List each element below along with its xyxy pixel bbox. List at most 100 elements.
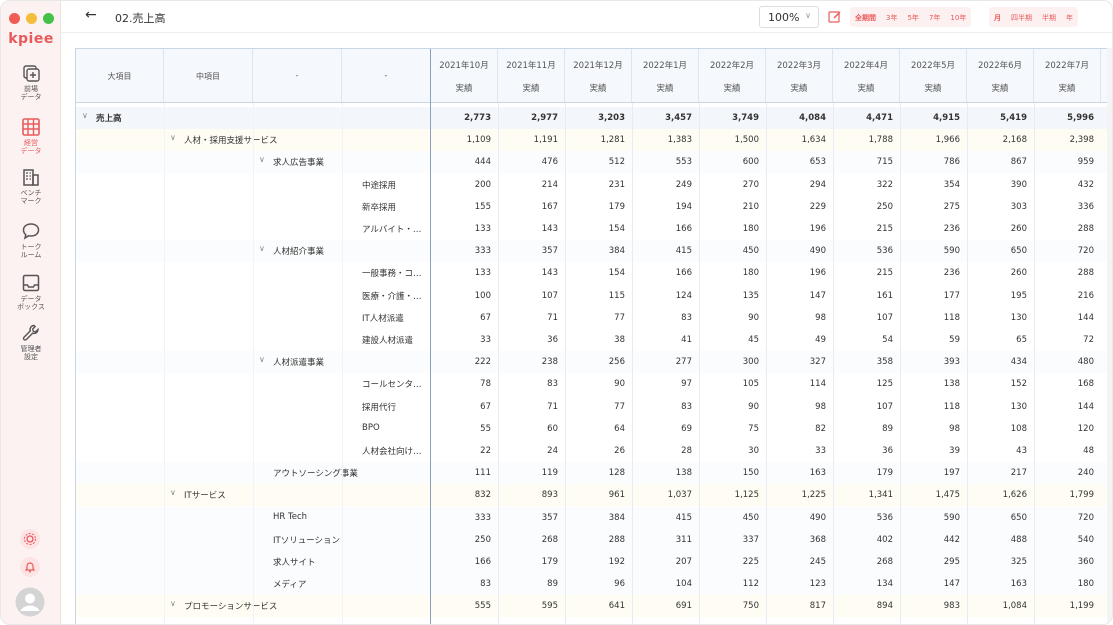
month-header[interactable]: 2022年7月 実績	[1034, 49, 1101, 102]
value-cell[interactable]: 54	[835, 335, 893, 345]
value-cell[interactable]: 115	[567, 291, 625, 301]
month-header[interactable]: 2022年1月 実績	[632, 49, 699, 102]
value-cell[interactable]: 83	[634, 402, 692, 412]
value-cell[interactable]: 2,398	[1036, 135, 1094, 145]
value-cell[interactable]: 1,037	[634, 490, 692, 500]
value-cell[interactable]: 300	[701, 357, 759, 367]
maximize-window-button[interactable]	[43, 13, 54, 24]
value-cell[interactable]: 123	[768, 579, 826, 589]
value-cell[interactable]: 1,383	[634, 135, 692, 145]
value-cell[interactable]: 207	[634, 557, 692, 567]
value-cell[interactable]: 59	[902, 335, 960, 345]
value-cell[interactable]: 1,634	[768, 135, 826, 145]
value-cell[interactable]: 36	[500, 335, 558, 345]
chevron-down-icon[interactable]: ∨	[170, 599, 176, 608]
settings-gear-icon[interactable]	[19, 528, 41, 554]
value-cell[interactable]: 144	[1036, 402, 1094, 412]
value-cell[interactable]: 231	[567, 180, 625, 190]
value-cell[interactable]: 72	[1036, 335, 1094, 345]
value-cell[interactable]: 147	[902, 579, 960, 589]
table-row[interactable]: BPO 55 60 64 69 75 82 89 98 108 120	[76, 417, 1112, 440]
value-cell[interactable]: 177	[902, 291, 960, 301]
dimension-header[interactable]: -	[342, 49, 430, 102]
table-row[interactable]: 新卒採用 155 167 179 194 210 229 250 275 303 336	[76, 195, 1112, 218]
range-button[interactable]: 3年	[881, 7, 902, 27]
vertical-scrollbar[interactable]	[1107, 48, 1112, 624]
value-cell[interactable]: 154	[567, 268, 625, 278]
value-cell[interactable]: 357	[500, 246, 558, 256]
value-cell[interactable]: 107	[500, 291, 558, 301]
value-cell[interactable]: 691	[634, 601, 692, 611]
value-cell[interactable]: 83	[500, 379, 558, 389]
value-cell[interactable]: 28	[634, 446, 692, 456]
range-button[interactable]: 7年	[924, 7, 945, 27]
value-cell[interactable]: 5,419	[969, 113, 1027, 123]
value-cell[interactable]: 49	[768, 335, 826, 345]
value-cell[interactable]: 138	[902, 379, 960, 389]
value-cell[interactable]: 128	[567, 468, 625, 478]
value-cell[interactable]: 360	[1036, 557, 1094, 567]
range-button[interactable]: 5年	[902, 7, 923, 27]
value-cell[interactable]: 77	[567, 313, 625, 323]
value-cell[interactable]: 260	[969, 268, 1027, 278]
value-cell[interactable]: 650	[969, 513, 1027, 523]
value-cell[interactable]: 166	[634, 224, 692, 234]
value-cell[interactable]: 245	[768, 557, 826, 567]
month-header[interactable]: 2022年4月 実績	[833, 49, 900, 102]
value-cell[interactable]: 2,168	[969, 135, 1027, 145]
value-cell[interactable]: 216	[1036, 291, 1094, 301]
value-cell[interactable]: 71	[500, 313, 558, 323]
value-cell[interactable]: 333	[433, 513, 491, 523]
dimension-header[interactable]: 大項目	[76, 49, 164, 102]
month-header[interactable]: 2022年5月 実績	[900, 49, 967, 102]
value-cell[interactable]: 97	[634, 379, 692, 389]
value-cell[interactable]: 268	[500, 535, 558, 545]
value-cell[interactable]: 104	[634, 579, 692, 589]
value-cell[interactable]: 1,199	[1036, 601, 1094, 611]
value-cell[interactable]: 434	[969, 357, 1027, 367]
value-cell[interactable]: 288	[567, 535, 625, 545]
value-cell[interactable]: 322	[835, 180, 893, 190]
value-cell[interactable]: 112	[701, 579, 759, 589]
value-cell[interactable]: 143	[500, 224, 558, 234]
value-cell[interactable]: 98	[902, 424, 960, 434]
month-header[interactable]: 2021年10月 実績	[431, 49, 498, 102]
value-cell[interactable]: 98	[768, 313, 826, 323]
value-cell[interactable]: 327	[768, 357, 826, 367]
value-cell[interactable]: 256	[567, 357, 625, 367]
value-cell[interactable]: 250	[433, 535, 491, 545]
value-cell[interactable]: 275	[902, 202, 960, 212]
value-cell[interactable]: 240	[1036, 468, 1094, 478]
value-cell[interactable]: 595	[500, 601, 558, 611]
value-cell[interactable]: 138	[634, 468, 692, 478]
value-cell[interactable]: 77	[567, 402, 625, 412]
value-cell[interactable]: 303	[969, 202, 1027, 212]
value-cell[interactable]: 2,773	[433, 113, 491, 123]
range-button[interactable]: 10年	[945, 7, 971, 27]
value-cell[interactable]: 236	[902, 224, 960, 234]
value-cell[interactable]: 1,626	[969, 490, 1027, 500]
value-cell[interactable]: 119	[500, 468, 558, 478]
value-cell[interactable]: 720	[1036, 246, 1094, 256]
table-row[interactable]: ∨ 人材派遣事業 222 238 256 277 300 327 358 393 434 480	[76, 351, 1112, 374]
table-row[interactable]: メディア 83 89 96 104 112 123 134 147 163 180	[76, 573, 1112, 596]
value-cell[interactable]: 832	[433, 490, 491, 500]
value-cell[interactable]: 540	[1036, 535, 1094, 545]
table-row[interactable]: 中途採用 200 214 231 249 270 294 322 354 390 432	[76, 173, 1112, 196]
value-cell[interactable]: 294	[768, 180, 826, 190]
value-cell[interactable]: 71	[500, 402, 558, 412]
value-cell[interactable]: 24	[500, 446, 558, 456]
value-cell[interactable]: 311	[634, 535, 692, 545]
value-cell[interactable]: 195	[969, 291, 1027, 301]
table-row[interactable]: 医療・介護・… 100 107 115 124 135 147 161 177 195 216	[76, 284, 1112, 307]
value-cell[interactable]: 450	[701, 246, 759, 256]
value-cell[interactable]: 39	[902, 446, 960, 456]
value-cell[interactable]: 217	[969, 468, 1027, 478]
value-cell[interactable]: 488	[969, 535, 1027, 545]
value-cell[interactable]: 210	[701, 202, 759, 212]
value-cell[interactable]: 26	[567, 446, 625, 456]
value-cell[interactable]: 60	[500, 424, 558, 434]
value-cell[interactable]: 96	[567, 579, 625, 589]
value-cell[interactable]: 229	[768, 202, 826, 212]
value-cell[interactable]: 384	[567, 513, 625, 523]
